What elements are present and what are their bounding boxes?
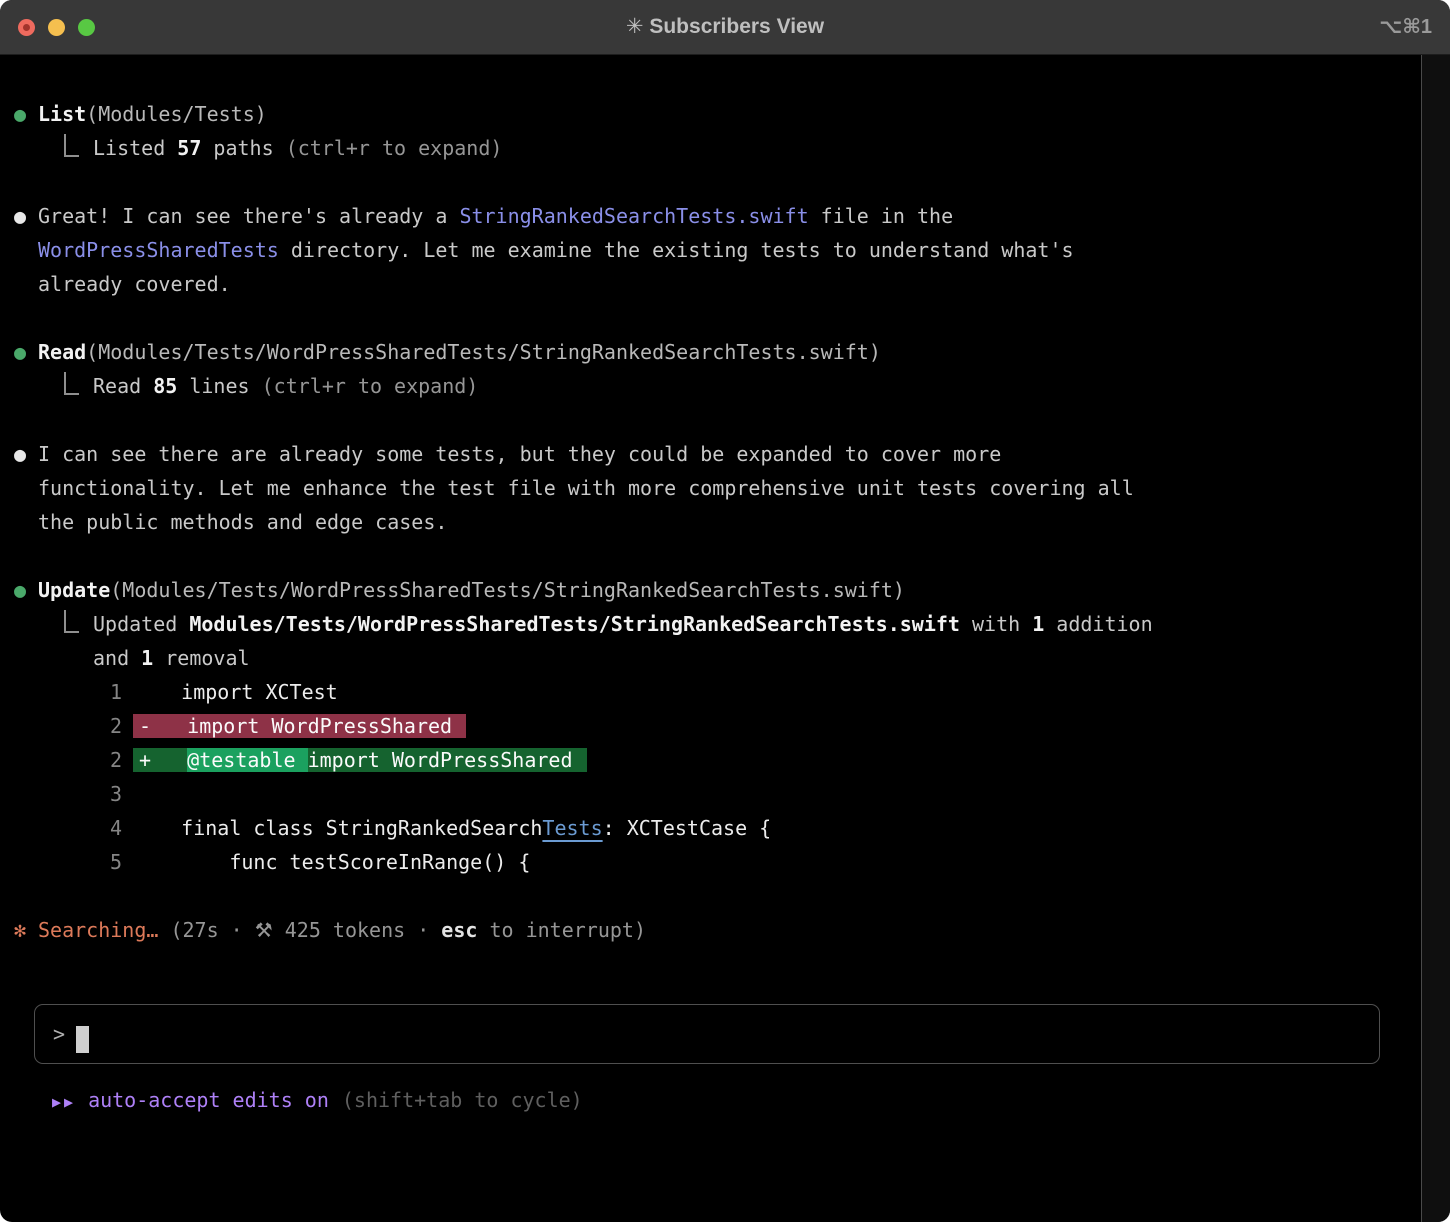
- tool-bullet-icon: ●: [14, 97, 38, 131]
- search-match: Tests: [542, 816, 602, 840]
- diff-line-context: 5 func testScoreInRange() {: [14, 845, 1410, 879]
- terminal-content: ● List(Modules/Tests) Listed 57 paths (c…: [0, 55, 1450, 1119]
- added-code: + @testable import WordPressShared: [133, 748, 587, 772]
- result-text: lines: [177, 374, 261, 398]
- tokens-icon: ⚒: [255, 918, 273, 942]
- status-meta: to interrupt): [477, 918, 646, 942]
- tool-call-list: ● List(Modules/Tests): [14, 97, 1410, 131]
- close-button[interactable]: [18, 19, 35, 36]
- tool-call-update: ● Update(Modules/Tests/WordPressSharedTe…: [14, 573, 1410, 607]
- assistant-message: ● Great! I can see there's already a Str…: [14, 199, 1410, 301]
- status-meta: (27s ·: [170, 918, 254, 942]
- line-number: 2: [14, 709, 122, 743]
- tool-result-list: Listed 57 paths (ctrl+r to expand): [64, 131, 1410, 165]
- message-line: Great! I can see there's already a Strin…: [38, 199, 1074, 233]
- terminal-window: ✳ Subscribers View ⌥⌘1 ● List(Modules/Te…: [0, 0, 1450, 1222]
- file-path: Modules/Tests/WordPressSharedTests/Strin…: [189, 612, 960, 636]
- status-label: Searching…: [38, 918, 158, 942]
- result-line: and 1 removal: [93, 641, 1153, 675]
- diff-block: 1 import XCTest 2 - import WordPressShar…: [14, 675, 1410, 879]
- status-meta: 425 tokens ·: [273, 918, 442, 942]
- added-word-highlight: @testable: [187, 748, 307, 772]
- line-number: 5: [14, 845, 122, 879]
- tool-name: Read: [38, 340, 86, 364]
- tool-bullet-icon: ●: [14, 335, 38, 369]
- window-shortcut: ⌥⌘1: [1379, 10, 1432, 44]
- text-cursor: [76, 1026, 89, 1053]
- prompt-chevron: >: [53, 1017, 65, 1051]
- diff-line-context: 1 import XCTest: [14, 675, 1410, 709]
- elbow-icon: [64, 134, 79, 157]
- auto-accept-label[interactable]: auto-accept edits on: [88, 1083, 329, 1117]
- tool-args: (Modules/Tests/WordPressSharedTests/Stri…: [110, 578, 905, 602]
- zoom-button[interactable]: [78, 19, 95, 36]
- result-line: Updated Modules/Tests/WordPressSharedTes…: [93, 607, 1153, 641]
- message-line: the public methods and edge cases.: [38, 505, 1134, 539]
- elbow-icon: [64, 610, 79, 633]
- prompt-input[interactable]: >: [34, 1004, 1380, 1064]
- minimize-button[interactable]: [48, 19, 65, 36]
- status-line: ✻ Searching… (27s · ⚒ 425 tokens · esc t…: [14, 913, 1410, 947]
- additions-count: 1: [1032, 612, 1044, 636]
- message-line: functionality. Let me enhance the test f…: [38, 471, 1134, 505]
- message-line: already covered.: [38, 267, 1074, 301]
- titlebar[interactable]: ✳ Subscribers View ⌥⌘1: [0, 0, 1450, 55]
- tool-result-read: Read 85 lines (ctrl+r to expand): [64, 369, 1410, 403]
- assistant-message: ● I can see there are already some tests…: [14, 437, 1410, 539]
- line-number: 3: [14, 777, 122, 811]
- diff-line-removed: 2 - import WordPressShared: [14, 709, 1410, 743]
- cycle-hint: (shift+tab to cycle): [342, 1083, 583, 1117]
- result-text: Listed: [93, 136, 177, 160]
- auto-accept-icon: ▶▶: [52, 1085, 76, 1119]
- message-line: WordPressSharedTests directory. Let me e…: [38, 233, 1074, 267]
- line-number: 1: [14, 675, 122, 709]
- result-count: 85: [153, 374, 177, 398]
- message-line: I can see there are already some tests, …: [38, 437, 1134, 471]
- message-bullet-icon: ●: [14, 437, 38, 539]
- tool-call-read: ● Read(Modules/Tests/WordPressSharedTest…: [14, 335, 1410, 369]
- message-bullet-icon: ●: [14, 199, 38, 301]
- tool-bullet-icon: ●: [14, 573, 38, 607]
- spinner-icon: ✻: [14, 913, 38, 947]
- diff-line-added: 2 + @testable import WordPressShared: [14, 743, 1410, 777]
- result-text: paths: [201, 136, 285, 160]
- tool-args: (Modules/Tests): [86, 102, 267, 126]
- diff-line-context: 4 final class StringRankedSearchTests: X…: [14, 811, 1410, 845]
- file-link: StringRankedSearchTests.swift: [459, 204, 808, 228]
- traffic-lights: [0, 19, 95, 36]
- line-number: 2: [14, 743, 122, 777]
- tool-name: Update: [38, 578, 110, 602]
- result-text: Read: [93, 374, 153, 398]
- code-text: func testScoreInRange() {: [133, 845, 530, 879]
- line-number: 4: [14, 811, 122, 845]
- removed-code: - import WordPressShared: [133, 714, 466, 738]
- file-link: WordPressSharedTests: [38, 238, 279, 262]
- tool-args: (Modules/Tests/WordPressSharedTests/Stri…: [86, 340, 881, 364]
- tool-result-update: Updated Modules/Tests/WordPressSharedTes…: [64, 607, 1410, 675]
- diff-line-context: 3: [14, 777, 1410, 811]
- scrollbar-gutter[interactable]: [1421, 55, 1450, 1222]
- elbow-icon: [64, 372, 79, 395]
- tool-name: List: [38, 102, 86, 126]
- removals-count: 1: [141, 646, 153, 670]
- result-count: 57: [177, 136, 201, 160]
- expand-hint: (ctrl+r to expand): [286, 136, 503, 160]
- code-text: import XCTest: [133, 675, 338, 709]
- mode-line: ▶▶ auto-accept edits on (shift+tab to cy…: [52, 1083, 1410, 1119]
- expand-hint: (ctrl+r to expand): [262, 374, 479, 398]
- window-title: ✳ Subscribers View: [0, 10, 1450, 44]
- esc-key-hint: esc: [441, 918, 477, 942]
- code-text: final class StringRankedSearchTests: XCT…: [133, 811, 771, 845]
